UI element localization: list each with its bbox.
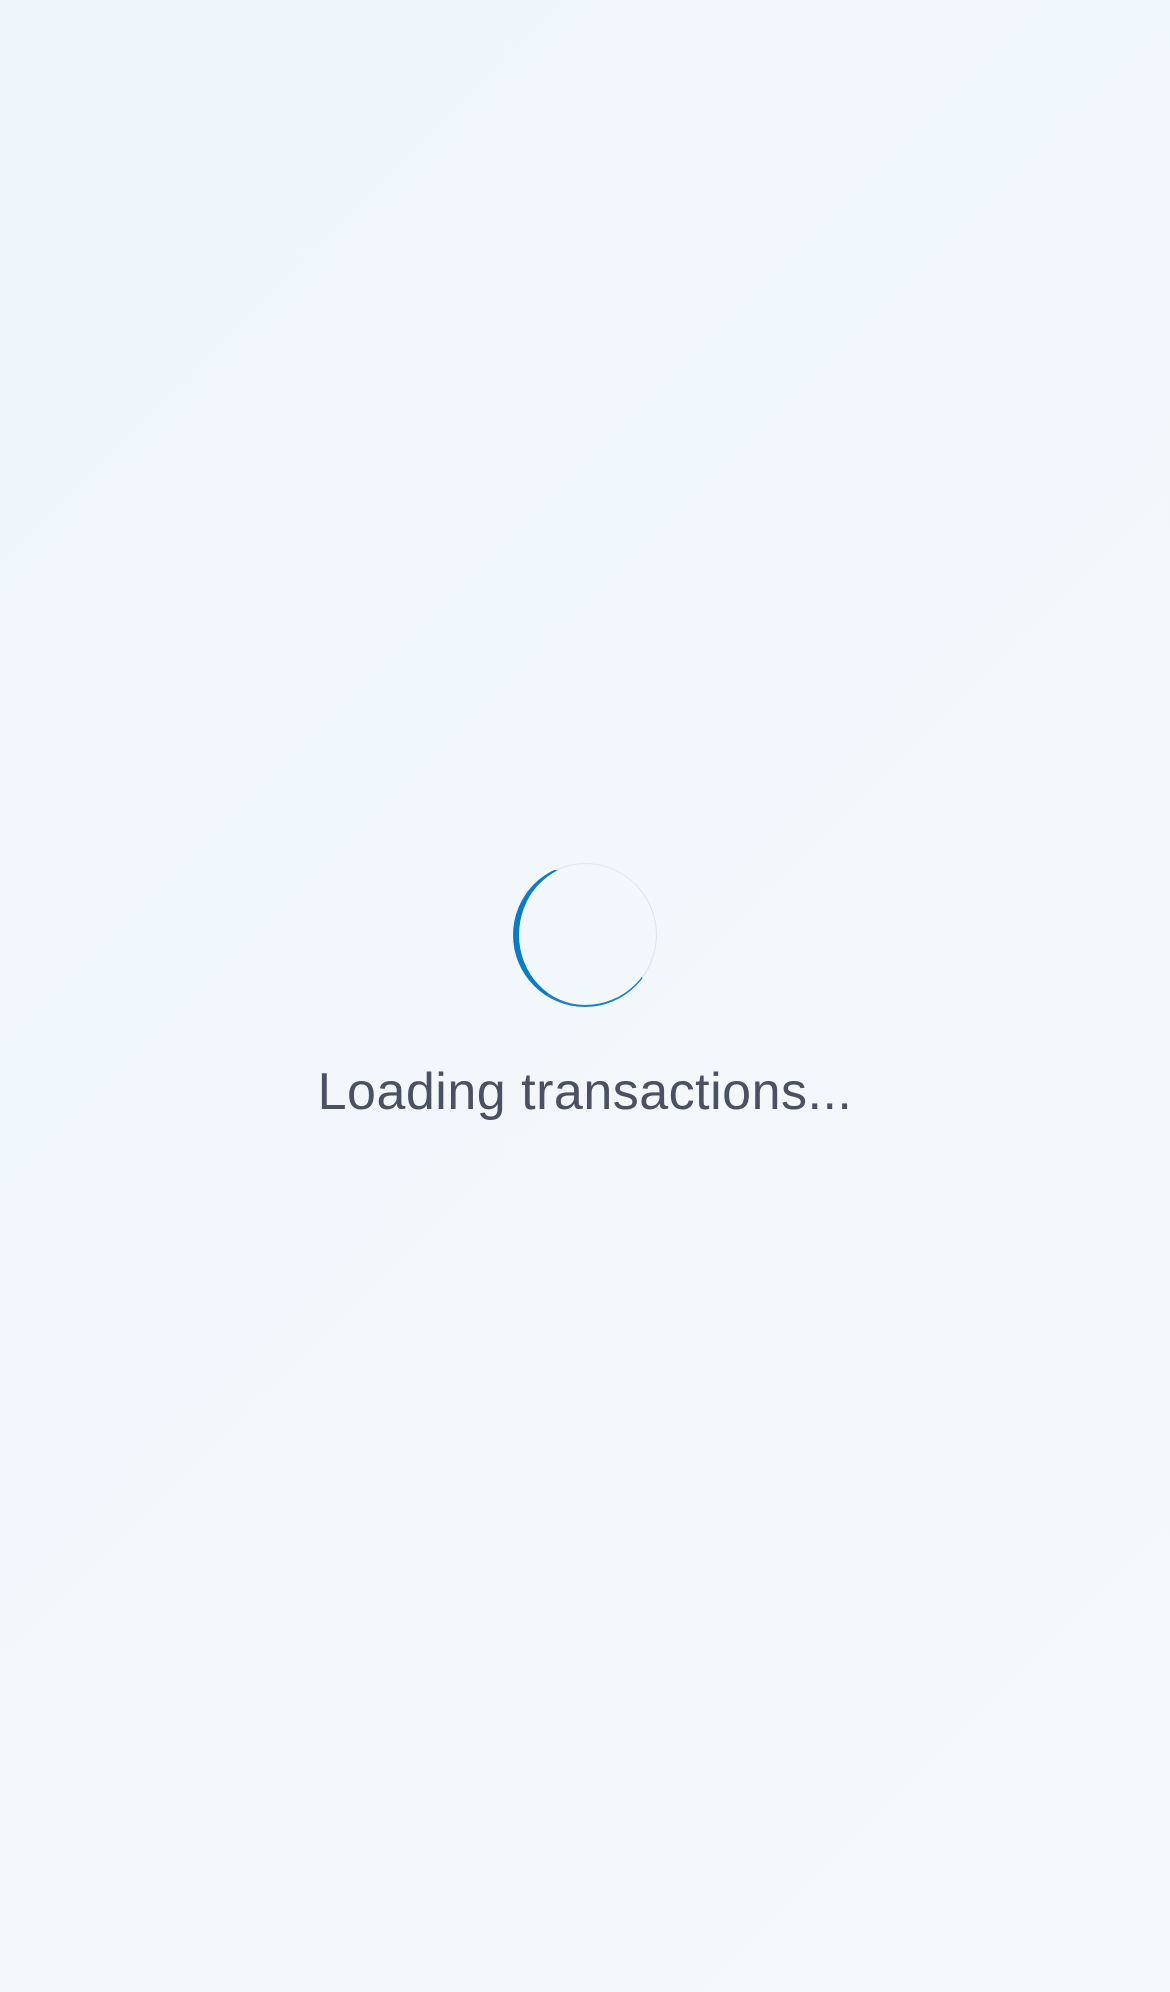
loading-screen: Loading transactions... <box>0 0 1170 1992</box>
loading-spinner-icon <box>513 863 657 1007</box>
loading-message: Loading transactions... <box>317 1063 853 1121</box>
